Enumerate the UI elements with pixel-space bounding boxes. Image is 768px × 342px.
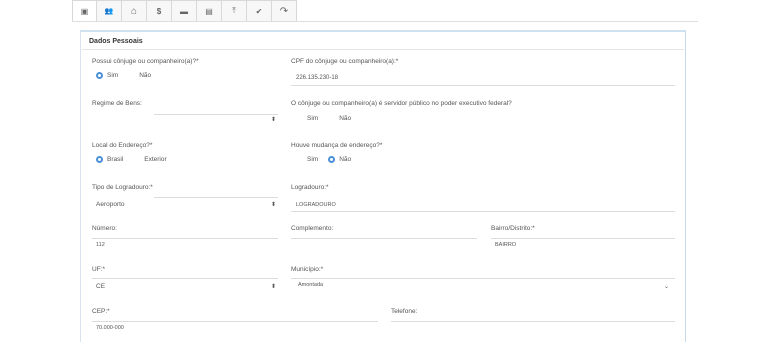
users-icon: 👥 (104, 8, 114, 15)
municipio-caret-icon[interactable]: ⌄ (664, 283, 669, 290)
bairro-underline (491, 238, 675, 239)
possui-conjuge-label: Possui cônjuge ou companheiro(a)?* (92, 58, 199, 65)
telefone-label: Telefone: (391, 308, 418, 315)
cpf-conjuge-input[interactable]: 226.135.230-18 (296, 75, 338, 81)
home-icon: ⌂ (130, 5, 138, 17)
section-title: Dados Pessoais (89, 38, 143, 45)
mudanca-endereco-label: Houve mudança de endereço?* (291, 142, 383, 149)
municipio-label: Município:* (291, 266, 324, 273)
option-label: Exterior (144, 156, 167, 163)
option-label: Não (139, 72, 152, 79)
tab-document[interactable]: ▤ (197, 0, 222, 22)
radio-unselected[interactable] (328, 115, 337, 122)
local-endereco-exterior-option[interactable]: Exterior (133, 156, 166, 163)
mudanca-endereco-nao-option[interactable]: Não (328, 156, 351, 163)
municipio-underline (291, 278, 675, 279)
radio-unselected[interactable] (133, 156, 142, 163)
logradouro-underline (291, 211, 675, 212)
logradouro-label: Logradouro:* (291, 184, 329, 191)
local-endereco-radio-group: Brasil Exterior (96, 156, 177, 163)
upload-icon: ⤒ (232, 6, 236, 15)
mudanca-endereco-sim-option[interactable]: Sim (296, 156, 318, 163)
bairro-input[interactable]: BAIRRO (495, 242, 516, 248)
telefone-underline (391, 321, 675, 322)
uf-select[interactable]: CE (96, 283, 105, 290)
tab-underline (72, 21, 698, 22)
tipo-logradouro-label: Tipo de Logradouro:* (92, 184, 153, 191)
logradouro-input[interactable]: LOGRADOURO (296, 202, 336, 208)
tipo-logradouro-underline (154, 197, 278, 198)
section-divider (82, 49, 684, 50)
option-label: Sim (307, 115, 319, 122)
id-card-icon: ▣ (80, 6, 89, 16)
tab-users[interactable]: 👥 (97, 0, 122, 22)
cpf-conjuge-label: CPF do cônjuge ou companheiro(a):* (291, 58, 399, 65)
mudanca-endereco-radio-group: Sim Não (296, 156, 361, 163)
tab-share[interactable]: ↷ (272, 0, 297, 22)
uf-underline (92, 278, 278, 279)
bairro-label: Bairro/Distrito:* (491, 225, 535, 232)
radio-unselected[interactable] (296, 115, 305, 122)
share-icon: ↷ (279, 5, 289, 17)
radio-selected[interactable] (328, 156, 336, 163)
tab-id-card[interactable]: ▣ (72, 0, 97, 22)
numero-input[interactable]: 112 (96, 242, 105, 248)
complemento-label: Complemento: (291, 225, 334, 232)
regime-bens-underline (154, 114, 278, 115)
uf-label: UF:* (92, 266, 105, 273)
cep-label: CEP:* (92, 308, 110, 315)
cep-input[interactable]: 70.000-000 (96, 325, 124, 331)
uf-caret-icon[interactable]: ⬍ (271, 283, 276, 290)
regime-bens-label: Regime de Bens: (92, 100, 142, 107)
local-endereco-label: Local do Endereço?* (92, 142, 153, 149)
document-icon: ▤ (205, 6, 213, 16)
dados-pessoais-panel: Dados Pessoais (80, 30, 686, 342)
possui-conjuge-radio-group: Sim Não (96, 72, 161, 79)
radio-unselected[interactable] (128, 72, 137, 79)
option-label: Sim (307, 156, 319, 163)
option-label: Sim (107, 72, 119, 79)
servidor-publico-radio-group: Sim Não (296, 115, 361, 122)
tab-home[interactable]: ⌂ (122, 0, 147, 22)
possui-conjuge-nao-option[interactable]: Não (128, 72, 151, 79)
tipo-logradouro-caret-icon[interactable]: ⬍ (271, 201, 276, 208)
dollar-icon: $ (156, 6, 162, 16)
numero-label: Número: (92, 225, 117, 232)
tab-dollar[interactable]: $ (147, 0, 172, 22)
servidor-publico-sim-option[interactable]: Sim (296, 115, 318, 122)
local-endereco-brasil-option[interactable]: Brasil (96, 156, 123, 163)
option-label: Não (339, 156, 352, 163)
radio-selected[interactable] (96, 72, 103, 79)
radio-unselected[interactable] (296, 156, 305, 163)
regime-bens-caret-icon[interactable]: ⬍ (271, 116, 276, 123)
tab-bar: ▣ 👥 ⌂ $ ▬ ▤ ⤒ ✔ ↷ (72, 0, 297, 22)
option-label: Não (339, 115, 352, 122)
radio-selected[interactable] (96, 156, 103, 163)
option-label: Brasil (107, 156, 124, 163)
cep-underline (92, 321, 378, 322)
complemento-underline (291, 238, 477, 239)
credit-card-icon: ▬ (180, 6, 188, 16)
tab-credit-card[interactable]: ▬ (172, 0, 197, 22)
tab-double-check[interactable]: ✔ (247, 0, 272, 22)
tab-upload[interactable]: ⤒ (222, 0, 247, 22)
numero-underline (92, 238, 278, 239)
cpf-conjuge-underline (291, 85, 675, 86)
municipio-select[interactable]: Amontada (298, 282, 323, 288)
double-check-icon: ✔ (255, 6, 263, 16)
tipo-logradouro-select[interactable]: Aeroporto (96, 201, 125, 208)
possui-conjuge-sim-option[interactable]: Sim (96, 72, 118, 79)
servidor-publico-label: O cônjuge ou companheiro(a) é servidor p… (291, 100, 512, 107)
servidor-publico-nao-option[interactable]: Não (328, 115, 351, 122)
